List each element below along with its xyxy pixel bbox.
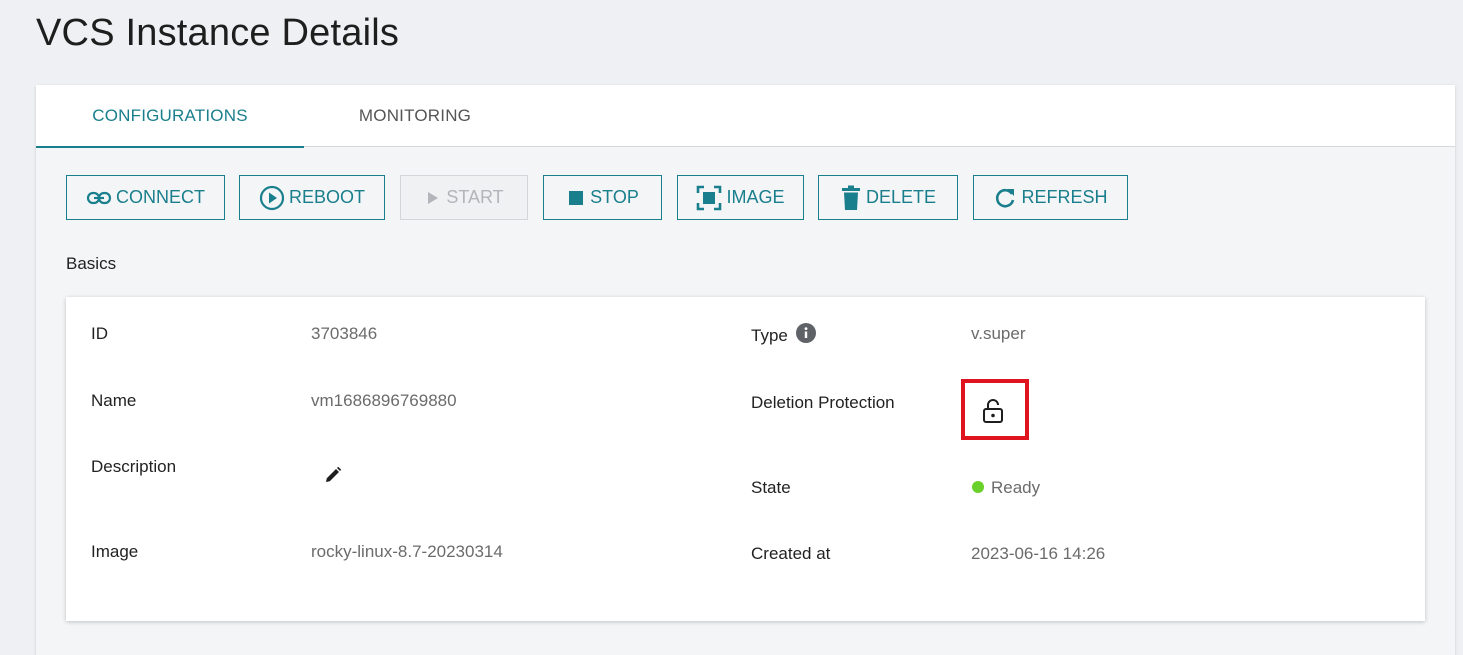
status-dot-icon: [972, 481, 984, 493]
id-label: ID: [91, 324, 108, 343]
tab-bar: CONFIGURATIONS MONITORING: [36, 85, 1455, 148]
tab-monitoring[interactable]: MONITORING: [304, 85, 526, 147]
image-label: IMAGE: [726, 187, 785, 207]
type-label: Type: [751, 326, 788, 345]
deletion-protection-label: Deletion Protection: [751, 393, 895, 412]
name-label: Name: [91, 391, 137, 410]
refresh-label: REFRESH: [1021, 187, 1108, 207]
instance-card: CONFIGURATIONS MONITORING CONNECT REBOOT…: [36, 85, 1455, 655]
screenshot-frame-icon: [697, 185, 722, 210]
description-label: Description: [91, 457, 177, 476]
start-button[interactable]: START: [400, 175, 528, 220]
stop-label: STOP: [590, 187, 639, 207]
delete-button[interactable]: DELETE: [818, 175, 958, 220]
created-at-value: 2023-06-16 14:26: [971, 544, 1106, 563]
page-title: VCS Instance Details: [36, 12, 400, 54]
pencil-icon[interactable]: [324, 466, 342, 489]
connect-label: CONNECT: [116, 187, 205, 207]
basics-details-panel: ID 3703846 Name vm1686896769880 Descript…: [66, 297, 1425, 621]
tab-configurations[interactable]: CONFIGURATIONS: [36, 85, 304, 148]
play-icon: [428, 191, 439, 204]
type-value: v.super: [971, 324, 1026, 343]
stop-square-icon: [569, 190, 584, 205]
image-field-value: rocky-linux-8.7-20230314: [311, 542, 503, 561]
delete-label: DELETE: [865, 187, 937, 207]
reboot-button[interactable]: REBOOT: [239, 175, 385, 220]
section-basics-label: Basics: [66, 254, 117, 273]
refresh-icon: [996, 188, 1015, 207]
link-icon: [86, 191, 112, 204]
start-label: START: [446, 187, 504, 207]
unlock-icon[interactable]: [982, 398, 1004, 429]
state-label: State: [751, 478, 791, 497]
id-value: 3703846: [311, 324, 378, 343]
play-circle-icon: [259, 185, 285, 210]
reboot-label: REBOOT: [288, 187, 365, 207]
image-button[interactable]: IMAGE: [677, 175, 804, 220]
created-at-label: Created at: [751, 544, 831, 563]
image-field-label: Image: [91, 542, 139, 561]
trash-icon: [841, 185, 860, 210]
refresh-button[interactable]: REFRESH: [973, 175, 1128, 220]
state-value: Ready: [991, 478, 1041, 497]
stop-button[interactable]: STOP: [543, 175, 662, 220]
info-icon[interactable]: [796, 323, 816, 348]
connect-button[interactable]: CONNECT: [66, 175, 225, 220]
name-value: vm1686896769880: [311, 391, 457, 410]
